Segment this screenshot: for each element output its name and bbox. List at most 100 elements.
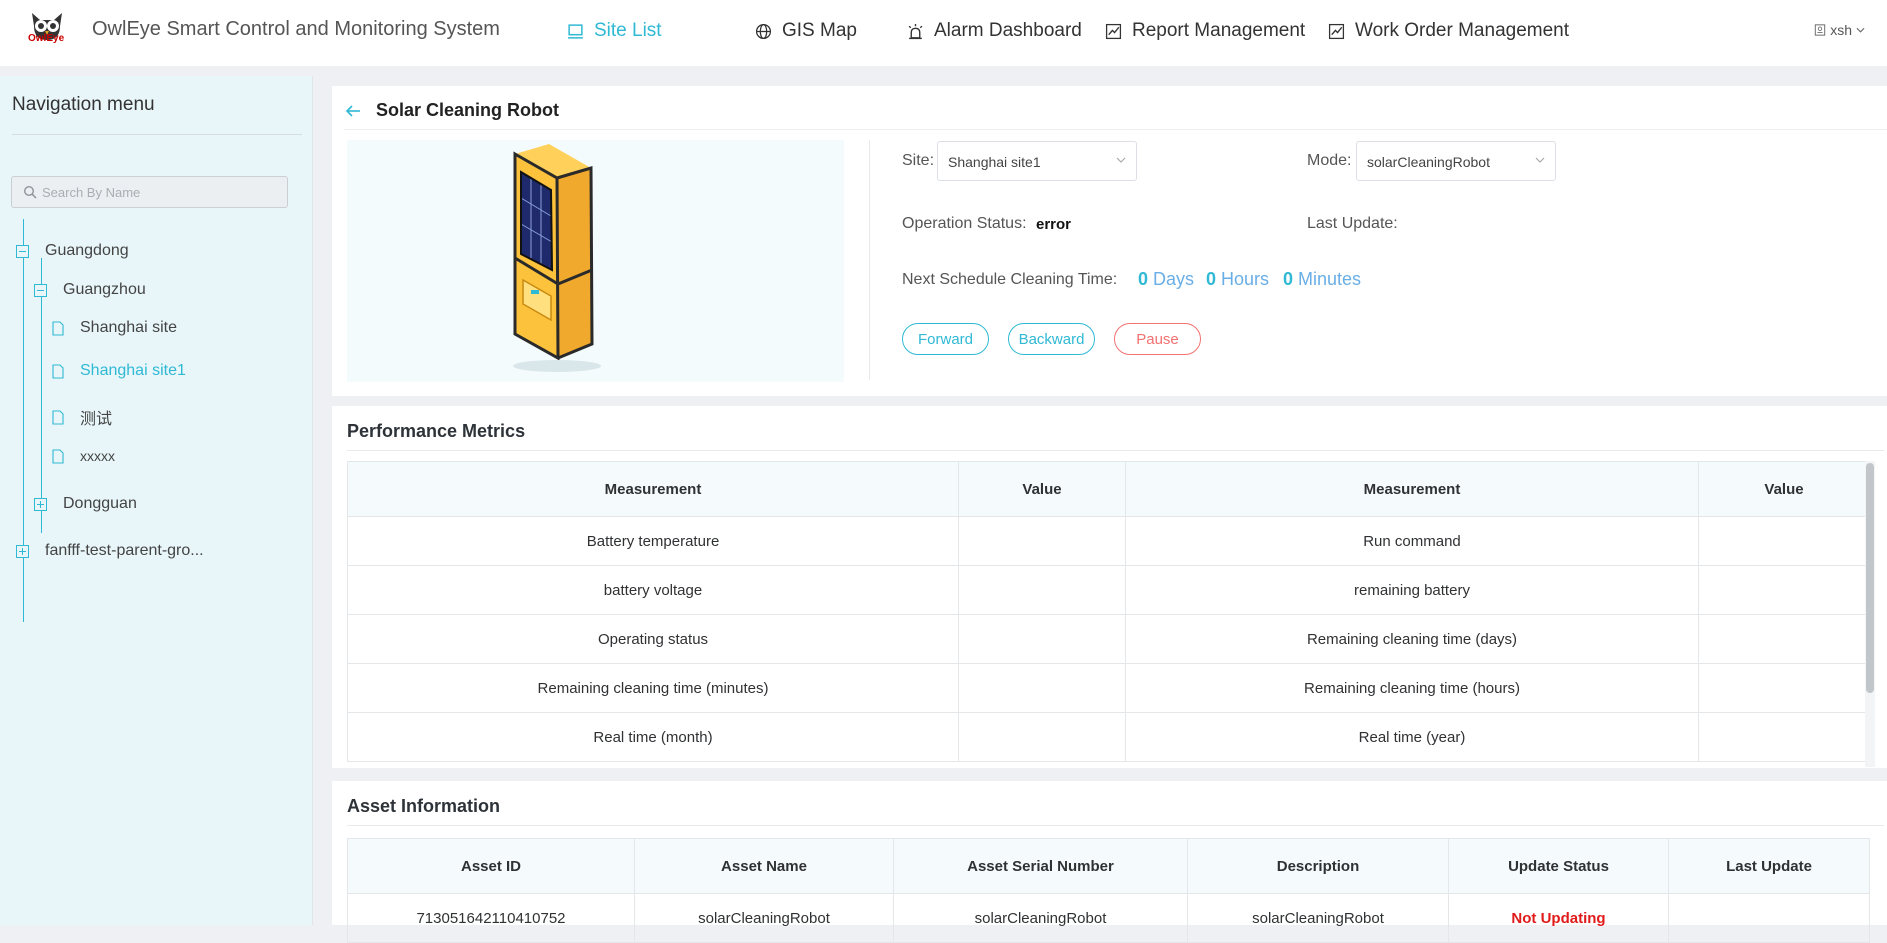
scrollbar-thumb[interactable] xyxy=(1866,463,1874,693)
nav-site-list[interactable]: Site List xyxy=(567,20,662,42)
table-row: Operating status Remaining cleaning time… xyxy=(347,614,1870,664)
back-arrow-icon[interactable] xyxy=(344,102,362,120)
column-header: Description xyxy=(1187,838,1449,894)
table-cell: Real time (year) xyxy=(1125,712,1699,762)
tree-label: Guangzhou xyxy=(63,281,146,298)
pause-button[interactable]: Pause xyxy=(1114,323,1201,355)
expand-icon[interactable] xyxy=(34,497,47,511)
alarm-light-icon xyxy=(908,23,923,39)
table-cell xyxy=(1698,614,1870,664)
site-select[interactable]: Shanghai site1 xyxy=(937,141,1137,181)
file-icon xyxy=(52,448,64,464)
divider xyxy=(347,450,1884,451)
minutes-unit: Minutes xyxy=(1298,269,1362,289)
nav-work-order-management[interactable]: Work Order Management xyxy=(1328,20,1569,42)
nav-label: Report Management xyxy=(1132,20,1306,41)
device-title: Solar Cleaning Robot xyxy=(376,100,560,120)
table-row: Remaining cleaning time (minutes) Remain… xyxy=(347,663,1870,713)
table-cell: Real time (month) xyxy=(347,712,959,762)
tree-label: Shanghai site1 xyxy=(80,362,186,379)
days-unit: Days xyxy=(1153,269,1195,289)
table-cell xyxy=(1698,712,1870,762)
vertical-scrollbar[interactable] xyxy=(1865,461,1875,767)
tree-label: Dongguan xyxy=(63,495,137,512)
mode-label: Mode: xyxy=(1307,152,1352,169)
table-cell: solarCleaningRobot xyxy=(634,893,894,943)
search-input[interactable] xyxy=(12,177,287,207)
hours-unit: Hours xyxy=(1221,269,1270,289)
column-header: Asset Serial Number xyxy=(893,838,1188,894)
tree-node-shanghai-site[interactable]: Shanghai site xyxy=(52,319,177,337)
table-row: Real time (month) Real time (year) xyxy=(347,712,1870,762)
file-icon xyxy=(52,409,64,425)
table-header-row: Measurement Value Measurement Value xyxy=(347,461,1870,517)
tree-node-test[interactable]: 测试 xyxy=(52,405,112,429)
table-cell xyxy=(958,614,1126,664)
search-icon xyxy=(23,185,37,199)
schedule-label: Next Schedule Cleaning Time: xyxy=(902,271,1118,288)
asset-information-panel: Asset Information Asset ID Asset Name As… xyxy=(332,781,1887,943)
nav-label: Alarm Dashboard xyxy=(934,20,1082,41)
tree-node-guangzhou[interactable]: Guangzhou xyxy=(34,281,146,299)
forward-button[interactable]: Forward xyxy=(902,323,989,355)
minutes-number: 0 xyxy=(1283,269,1294,289)
nav-alarm-dashboard[interactable]: Alarm Dashboard xyxy=(907,20,1082,42)
tree-node-guangdong[interactable]: Guangdong xyxy=(16,242,129,260)
user-card-icon xyxy=(1815,24,1826,36)
table-cell xyxy=(1668,893,1870,943)
table-cell: 713051642110410752 xyxy=(347,893,635,943)
line-chart-icon xyxy=(1105,23,1122,39)
table-header-row: Asset ID Asset Name Asset Serial Number … xyxy=(347,838,1870,894)
collapse-icon[interactable] xyxy=(34,283,47,297)
file-icon xyxy=(52,320,64,336)
tree-node-fanfff[interactable]: fanfff-test-parent-gro... xyxy=(16,542,204,560)
countdown-days: 0 Days xyxy=(1138,269,1194,290)
tree-node-dongguan[interactable]: Dongguan xyxy=(34,495,137,513)
nav-label: Site List xyxy=(594,20,662,41)
navigation-sidebar: Navigation menu Guangdong Guangzhou Shan… xyxy=(0,76,313,925)
table-cell: solarCleaningRobot xyxy=(1187,893,1449,943)
update-status-badge: Not Updating xyxy=(1448,893,1669,943)
file-icon xyxy=(52,363,64,379)
expand-icon[interactable] xyxy=(16,544,29,558)
table-cell: Battery temperature xyxy=(347,516,959,566)
tree-node-shanghai-site1[interactable]: Shanghai site1 xyxy=(52,362,186,380)
chevron-down-icon xyxy=(1856,27,1865,33)
table-row: battery voltage remaining battery xyxy=(347,565,1870,615)
operation-status-label: Operation Status: xyxy=(902,215,1027,232)
table-cell: remaining battery xyxy=(1125,565,1699,615)
chevron-down-icon xyxy=(1116,157,1126,163)
globe-icon xyxy=(755,23,772,39)
tree-connector xyxy=(23,219,24,622)
nav-label: Work Order Management xyxy=(1355,20,1570,41)
backward-button[interactable]: Backward xyxy=(1008,323,1095,355)
mode-select-value: solarCleaningRobot xyxy=(1367,154,1490,170)
table-cell xyxy=(958,565,1126,615)
mode-select[interactable]: solarCleaningRobot xyxy=(1356,141,1556,181)
user-menu[interactable]: xsh xyxy=(1814,22,1865,38)
tree-label: xxxxx xyxy=(80,448,115,464)
column-header: Value xyxy=(1698,461,1870,517)
column-header: Value xyxy=(958,461,1126,517)
divider xyxy=(344,129,1887,130)
collapse-icon[interactable] xyxy=(16,244,29,258)
asset-table: Asset ID Asset Name Asset Serial Number … xyxy=(347,838,1870,943)
table-row: Battery temperature Run command xyxy=(347,516,1870,566)
divider xyxy=(12,134,302,135)
metrics-table: Measurement Value Measurement Value Batt… xyxy=(347,461,1870,762)
divider xyxy=(869,140,870,380)
table-cell xyxy=(958,516,1126,566)
nav-report-management[interactable]: Report Management xyxy=(1105,20,1305,42)
divider xyxy=(347,825,1884,826)
logo-text: OwlEye xyxy=(28,33,65,44)
section-title: Performance Metrics xyxy=(347,421,526,441)
search-box[interactable] xyxy=(11,176,288,208)
tree-node-xxxxx[interactable]: xxxxx xyxy=(52,448,115,464)
tree-label: 测试 xyxy=(80,411,113,428)
section-title: Asset Information xyxy=(347,796,501,816)
operation-status-value: error xyxy=(1036,216,1072,233)
monitor-icon xyxy=(568,23,583,39)
nav-gis-map[interactable]: GIS Map xyxy=(755,20,857,42)
top-bar: OwlEye OwlEye Smart Control and Monitori… xyxy=(0,0,1887,66)
line-chart-icon xyxy=(1328,23,1345,39)
